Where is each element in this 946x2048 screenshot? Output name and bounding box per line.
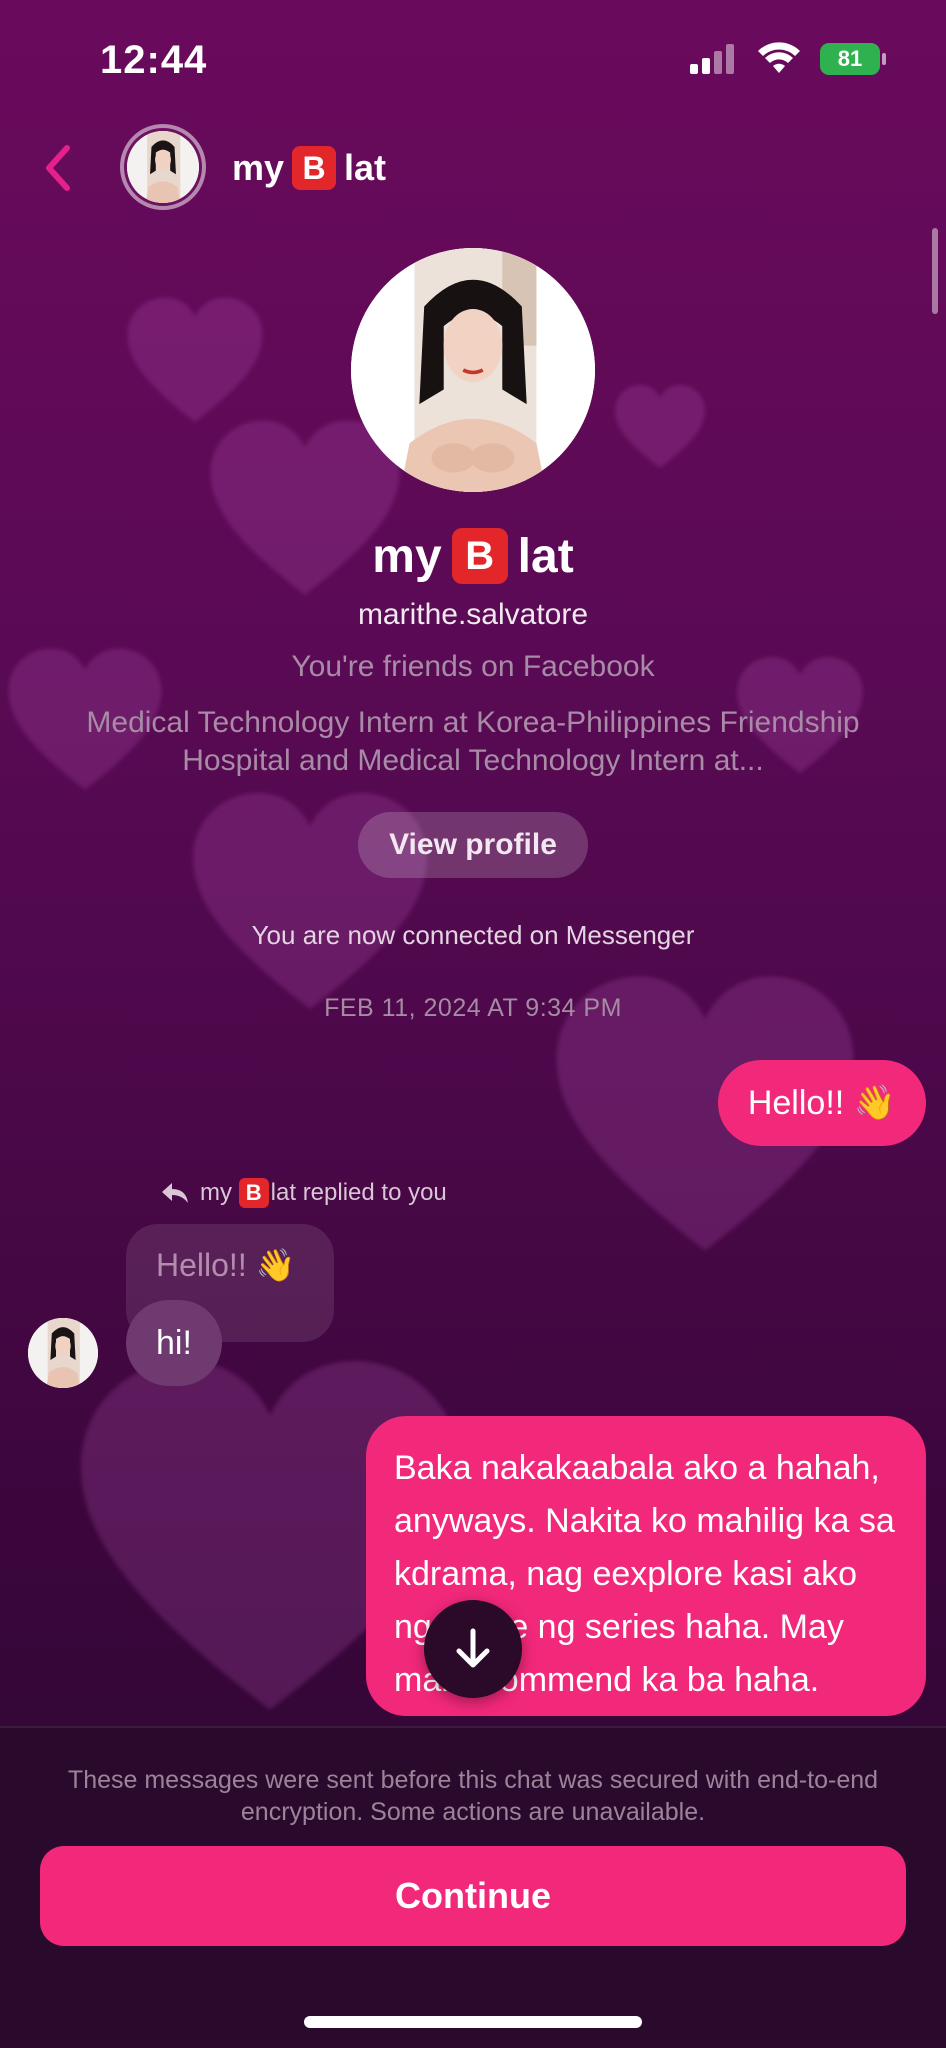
b-emoji-icon: B xyxy=(238,1178,269,1208)
profile-name: my B lat xyxy=(0,528,946,584)
encryption-notice: These messages were sent before this cha… xyxy=(67,1766,879,1826)
reply-arrow-icon xyxy=(162,1183,188,1203)
profile-photo xyxy=(351,248,595,492)
incoming-message[interactable]: hi! xyxy=(126,1300,222,1386)
reply-note-suffix: lat replied to you xyxy=(270,1179,447,1206)
header-avatar[interactable] xyxy=(120,124,206,210)
avatar-photo xyxy=(28,1318,98,1388)
friends-status: You're friends on Facebook xyxy=(291,650,655,683)
connected-notice: You are now connected on Messenger xyxy=(251,920,695,950)
reply-note-prefix: my xyxy=(200,1179,232,1206)
view-profile-button[interactable]: View profile xyxy=(358,812,588,878)
battery-charging-icon: 81 xyxy=(820,43,886,75)
chat-header: my B lat xyxy=(0,120,946,216)
sender-avatar[interactable] xyxy=(28,1318,98,1388)
header-name-prefix: my xyxy=(232,147,285,188)
outgoing-message[interactable]: Hello!! 👋 xyxy=(717,1060,926,1146)
wifi-icon xyxy=(758,42,800,73)
profile-work-info: Medical Technology Intern at Korea-Phili… xyxy=(86,706,860,777)
battery-level: 81 xyxy=(837,46,863,71)
chevron-left-icon xyxy=(46,145,70,191)
footer-panel: These messages were sent before this cha… xyxy=(0,1726,946,2048)
b-emoji-icon: B xyxy=(451,528,508,584)
scroll-to-bottom-button[interactable] xyxy=(424,1600,522,1698)
profile-section: my B lat marithe.salvatore You're friend… xyxy=(0,248,946,951)
profile-name-suffix: lat xyxy=(517,529,574,583)
profile-avatar[interactable] xyxy=(351,248,595,492)
header-contact-name[interactable]: my B lat xyxy=(232,146,386,190)
home-indicator[interactable] xyxy=(304,2016,642,2028)
header-name-suffix: lat xyxy=(344,147,387,188)
arrow-down-icon xyxy=(456,1628,490,1668)
avatar xyxy=(127,131,199,203)
status-bar: 12:44 81 xyxy=(0,0,946,120)
cellular-signal-icon xyxy=(690,44,734,74)
back-button[interactable] xyxy=(36,140,80,196)
b-emoji-icon: B xyxy=(292,146,337,190)
message-timestamp: FEB 11, 2024 AT 9:34 PM xyxy=(324,994,622,1022)
continue-button[interactable]: Continue xyxy=(40,1846,906,1946)
reply-indicator: my Blat replied to you xyxy=(160,1178,447,1208)
avatar-photo xyxy=(127,131,199,203)
profile-name-prefix: my xyxy=(372,529,442,583)
status-icons: 81 xyxy=(688,42,886,76)
status-time: 12:44 xyxy=(100,38,208,82)
profile-username: marithe.salvatore xyxy=(357,598,589,631)
